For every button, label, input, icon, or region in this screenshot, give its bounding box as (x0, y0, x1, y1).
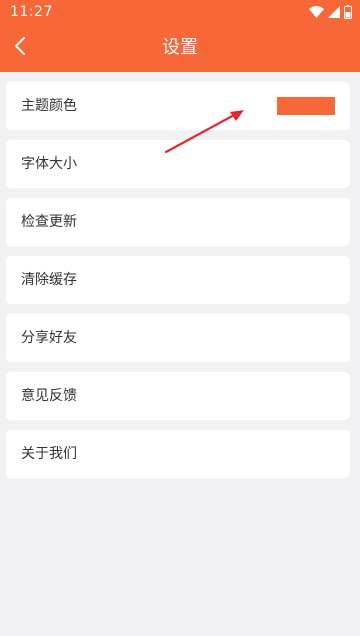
wifi-icon (309, 6, 324, 18)
settings-item-label: 检查更新 (21, 214, 77, 230)
settings-item-label: 意见反馈 (21, 388, 77, 404)
status-icons (309, 4, 352, 20)
settings-item-label: 字体大小 (21, 156, 77, 172)
settings-item-font-size[interactable]: 字体大小 (6, 140, 350, 188)
settings-item-label: 主题颜色 (21, 98, 77, 114)
cell-signal-icon (328, 6, 340, 18)
page-title: 设置 (162, 37, 198, 58)
settings-item-theme-color[interactable]: 主题颜色 (6, 82, 350, 130)
settings-item-label: 分享好友 (21, 330, 77, 346)
settings-list: 主题颜色 字体大小 检查更新 清除缓存 分享好友 意见反馈 关于我们 (6, 82, 350, 488)
settings-item-about-us[interactable]: 关于我们 (6, 430, 350, 478)
settings-item-share-friends[interactable]: 分享好友 (6, 314, 350, 362)
battery-icon (344, 5, 352, 19)
back-button[interactable] (0, 24, 40, 72)
toolbar: 设置 (0, 24, 360, 72)
status-bar: 11:27 (0, 0, 360, 24)
settings-item-check-update[interactable]: 检查更新 (6, 198, 350, 246)
settings-item-label: 关于我们 (21, 446, 77, 462)
settings-item-label: 清除缓存 (21, 272, 77, 288)
theme-color-swatch (277, 97, 335, 115)
settings-item-feedback[interactable]: 意见反馈 (6, 372, 350, 420)
settings-item-clear-cache[interactable]: 清除缓存 (6, 256, 350, 304)
status-time: 11:27 (10, 4, 53, 20)
chevron-left-icon (14, 36, 26, 60)
